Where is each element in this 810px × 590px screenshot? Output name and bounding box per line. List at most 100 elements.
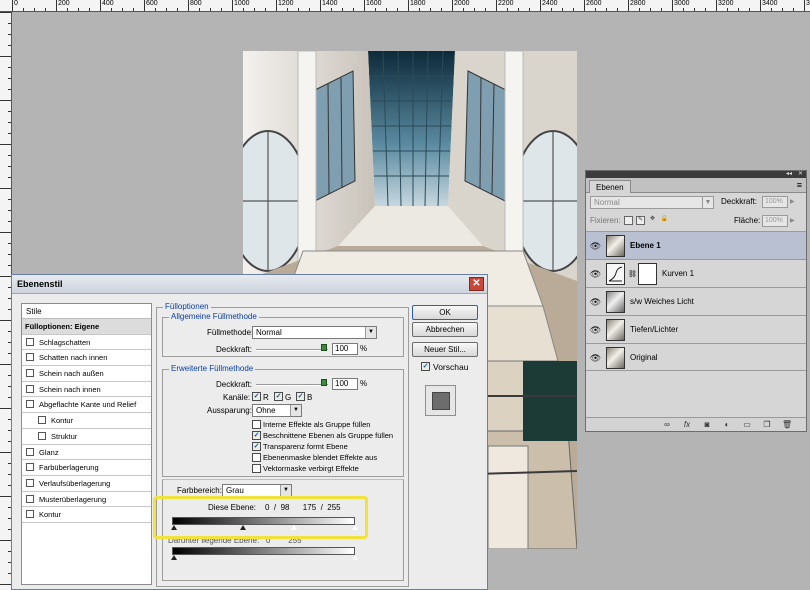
opacity-slider[interactable] xyxy=(256,349,328,351)
style-checkbox[interactable] xyxy=(26,369,34,378)
option-checkbox-internal-effects[interactable] xyxy=(252,420,261,429)
add-mask-icon[interactable]: ◙ xyxy=(702,420,712,429)
ruler-label: 1000 xyxy=(234,0,250,7)
adjustment-layer-icon[interactable]: ◐ xyxy=(722,420,732,429)
style-checkbox[interactable] xyxy=(26,384,34,393)
style-checkbox[interactable] xyxy=(26,494,34,503)
tab-ebenen[interactable]: Ebenen xyxy=(589,180,631,193)
fx-icon[interactable]: fx xyxy=(682,420,692,429)
style-checkbox[interactable] xyxy=(26,353,34,362)
layer-row-tiefen-lichter[interactable]: 👁 Tiefen/Lichter xyxy=(586,315,806,343)
close-button[interactable]: ✕ xyxy=(469,277,484,291)
style-item-inner-shadow[interactable]: Schatten nach innen xyxy=(22,350,151,367)
layer-row-sw-weiches-licht[interactable]: 👁 s/w Weiches Licht xyxy=(586,287,806,315)
opacity-slider-handle[interactable] xyxy=(321,344,327,351)
dialog-title-bar[interactable]: Ebenenstil ✕ xyxy=(12,275,487,294)
close-icon[interactable]: ✕ xyxy=(798,170,803,177)
style-item-gradient-overlay[interactable]: Verlaufsüberlagerung xyxy=(22,476,151,492)
new-style-button[interactable]: Neuer Stil... xyxy=(412,342,478,357)
layer-row-original[interactable]: 👁 Original xyxy=(586,343,806,371)
style-checkbox[interactable] xyxy=(26,337,34,346)
lock-brush-icon[interactable]: ✎ xyxy=(636,216,645,225)
channel-g-checkbox[interactable]: ✓ xyxy=(274,392,283,401)
fill-input[interactable]: 100% xyxy=(762,215,788,227)
style-item-texture[interactable]: Struktur xyxy=(22,429,151,445)
eye-icon[interactable]: 👁 xyxy=(589,296,602,308)
option-checkbox-vector-mask[interactable] xyxy=(252,464,261,473)
underlying-white-slider[interactable] xyxy=(352,555,358,560)
panel-menu-icon[interactable]: ≡ xyxy=(797,180,802,190)
layer-row-ebene-1[interactable]: 👁 Ebene 1 xyxy=(586,231,806,259)
option-checkbox-clipped-layers[interactable]: ✓ xyxy=(252,431,261,440)
styles-list: Stile Fülloptionen: Eigene Schlagschatte… xyxy=(21,303,152,585)
lock-move-icon[interactable]: ✥ xyxy=(648,216,657,225)
new-layer-icon[interactable]: ❐ xyxy=(762,420,772,429)
trash-icon[interactable]: 🗑 xyxy=(782,420,792,429)
channel-b-checkbox[interactable]: ✓ xyxy=(296,392,305,401)
style-item-color-overlay[interactable]: Farbüberlagerung xyxy=(22,460,151,476)
blend-mode-select[interactable]: Normal ▼ xyxy=(252,326,377,339)
link-layers-icon[interactable]: ∞ xyxy=(662,420,672,429)
eye-icon[interactable]: 👁 xyxy=(589,324,602,336)
style-checkbox[interactable] xyxy=(26,463,34,472)
style-item-blending-options[interactable]: Fülloptionen: Eigene xyxy=(22,319,151,335)
ruler-tick xyxy=(45,8,46,11)
ruler-tick xyxy=(0,100,11,101)
option-checkbox-transparency[interactable]: ✓ xyxy=(252,442,261,451)
style-checkbox[interactable] xyxy=(26,447,34,456)
ruler-tick xyxy=(661,8,662,11)
layer-row-kurven-1[interactable]: 👁 ⛓ Kurven 1 xyxy=(586,259,806,287)
lock-all-icon[interactable]: 🔒 xyxy=(660,216,669,225)
ruler-tick xyxy=(276,0,277,11)
cancel-button[interactable]: Abbrechen xyxy=(412,322,478,337)
ok-button[interactable]: OK xyxy=(412,305,478,320)
option-checkbox-layer-mask[interactable] xyxy=(252,453,261,462)
ruler-tick xyxy=(0,452,11,453)
ruler-tick xyxy=(8,254,11,255)
style-item-satin[interactable]: Glanz xyxy=(22,445,151,461)
channel-r-checkbox[interactable]: ✓ xyxy=(252,392,261,401)
eye-icon[interactable]: 👁 xyxy=(589,352,602,364)
new-group-icon[interactable]: ▭ xyxy=(742,420,752,429)
ruler-tick xyxy=(0,496,11,497)
opacity-arrow-icon[interactable]: ▶ xyxy=(790,198,795,205)
style-checkbox[interactable] xyxy=(26,510,34,519)
opacity-input[interactable]: 100 xyxy=(332,343,358,355)
opacity-input[interactable]: 100% xyxy=(762,196,788,208)
ruler-tick xyxy=(0,276,11,277)
style-checkbox[interactable] xyxy=(26,478,34,487)
style-item-outer-glow[interactable]: Schein nach außen xyxy=(22,366,151,382)
fill-arrow-icon[interactable]: ▶ xyxy=(790,217,795,224)
preview-checkbox[interactable]: ✓ xyxy=(421,362,430,371)
style-checkbox[interactable] xyxy=(38,431,46,440)
collapse-icon[interactable]: ◂◂ xyxy=(786,170,792,177)
layer-name: Original xyxy=(630,353,658,362)
style-item-bevel-emboss[interactable]: Abgeflachte Kante und Relief xyxy=(22,397,151,414)
styles-header[interactable]: Stile xyxy=(22,304,151,319)
eye-icon[interactable]: 👁 xyxy=(589,240,602,252)
underlying-black-slider[interactable] xyxy=(171,555,177,560)
ruler-label: 1400 xyxy=(322,0,338,7)
knockout-select[interactable]: Ohne ▼ xyxy=(252,404,302,417)
style-item-contour[interactable]: Kontur xyxy=(22,413,151,429)
blending-options-title: Fülloptionen xyxy=(163,302,211,311)
advanced-opacity-slider[interactable] xyxy=(256,384,328,386)
style-item-drop-shadow[interactable]: Schlagschatten xyxy=(22,335,151,351)
eye-icon[interactable]: 👁 xyxy=(589,268,602,280)
advanced-opacity-slider-handle[interactable] xyxy=(321,379,327,386)
chain-link-icon[interactable]: ⛓ xyxy=(628,270,637,278)
layer-mask-thumbnail[interactable] xyxy=(638,263,657,285)
style-item-stroke[interactable]: Kontur xyxy=(22,507,151,523)
blend-mode-select[interactable]: Normal ▼ xyxy=(590,196,714,209)
style-item-pattern-overlay[interactable]: Musterüberlagerung xyxy=(22,492,151,508)
panel-title-bar[interactable]: ◂◂ ✕ xyxy=(586,171,806,178)
style-checkbox[interactable] xyxy=(38,416,46,425)
style-label: Schein nach innen xyxy=(39,384,101,394)
ruler-tick xyxy=(111,8,112,11)
ruler-tick xyxy=(562,8,563,11)
advanced-opacity-input[interactable]: 100 xyxy=(332,378,358,390)
style-item-inner-glow[interactable]: Schein nach innen xyxy=(22,382,151,398)
advanced-blending-legend: Erweiterte Füllmethode xyxy=(169,364,256,373)
style-checkbox[interactable] xyxy=(26,400,34,409)
lock-transparency-icon[interactable] xyxy=(624,216,633,225)
